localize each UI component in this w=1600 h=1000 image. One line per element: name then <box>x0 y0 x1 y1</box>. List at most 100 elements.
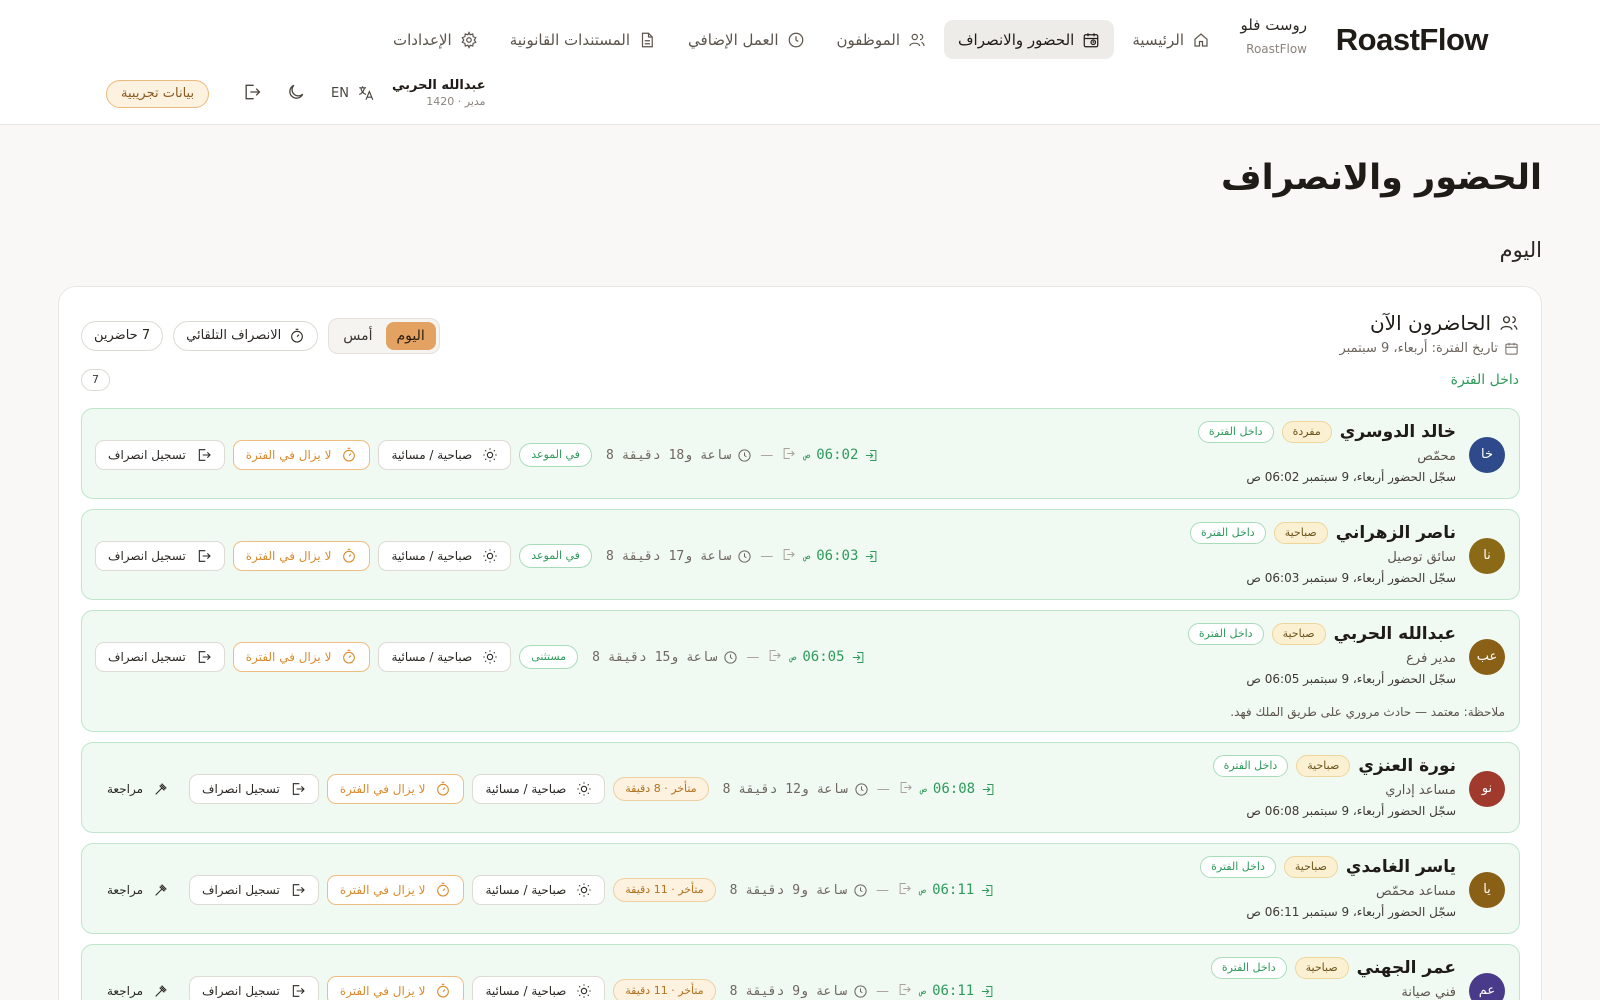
still-in-shift-button[interactable]: لا يزال في الفترة <box>326 774 465 804</box>
check-in-time: ص 06:08 <box>921 781 996 797</box>
still-in-shift-button[interactable]: لا يزال في الفترة <box>232 440 371 470</box>
logout-icon <box>292 884 305 896</box>
tab-yesterday[interactable]: أمس <box>332 322 383 350</box>
duration-text: 8 ساعة و17 دقيقة <box>605 548 732 564</box>
am-label: ص <box>920 783 927 795</box>
brand-name-ar: روست فلو <box>1240 16 1307 34</box>
user-info[interactable]: عبدالله الحربي مدير · 1420 <box>392 78 486 108</box>
employee-name[interactable]: خالد الدوسري <box>1340 422 1456 442</box>
nav-item-overtime[interactable]: العمل الإضافي <box>674 20 818 59</box>
in-shift-badge: داخل الفترة <box>1210 957 1287 979</box>
shift-type-button[interactable]: صباحية / مسائية <box>472 875 606 905</box>
employee-role: مساعد محمّص <box>1375 884 1456 899</box>
moon-icon <box>289 84 304 99</box>
review-button[interactable]: مراجعة <box>95 976 181 1000</box>
group-count-badge: 7 <box>81 369 110 391</box>
avatar: نو <box>1469 771 1505 807</box>
nav-item-home[interactable]: الرئيسية <box>1118 20 1224 59</box>
check-in-time-value: 06:03 <box>816 548 859 564</box>
checkout-button[interactable]: تسجيل انصراف <box>95 642 225 672</box>
shift-badge: صباحية <box>1296 755 1351 777</box>
users-icon <box>909 33 925 46</box>
nav-item-label: العمل الإضافي <box>688 30 779 49</box>
checkout-time-empty: — <box>876 983 890 999</box>
language-code: EN <box>331 85 349 101</box>
still-in-shift-button[interactable]: لا يزال في الفترة <box>326 875 465 905</box>
demo-data-badge[interactable]: بيانات تجريبية <box>106 80 210 108</box>
checkout-button[interactable]: تسجيل انصراف <box>95 440 225 470</box>
check-in-at: سجّل الحضور أربعاء، 9 سبتمبر 06:02 ص <box>1246 470 1456 484</box>
employee-role: مساعد إداري <box>1385 783 1456 798</box>
gavel-icon <box>155 985 167 997</box>
check-in-at: سجّل الحضور أربعاء، 9 سبتمبر 06:08 ص <box>1246 804 1456 818</box>
timer-icon <box>437 882 450 897</box>
nav-item-legal-docs[interactable]: المستندات القانونية <box>496 20 670 59</box>
checkout-time <box>897 881 912 900</box>
employee-name[interactable]: ياسر الغامدي <box>1346 857 1456 877</box>
tab-today[interactable]: اليوم <box>385 322 436 350</box>
checkout-button[interactable]: تسجيل انصراف <box>189 976 319 1000</box>
clock-icon <box>738 549 751 563</box>
home-icon <box>1194 32 1208 47</box>
review-label: مراجعة <box>107 984 144 998</box>
clock-icon <box>724 650 737 664</box>
employee-name[interactable]: عبدالله الحربي <box>1334 624 1456 644</box>
nav-item-settings[interactable]: الإعدادات <box>379 20 492 59</box>
employee-name[interactable]: ناصر الزهراني <box>1336 523 1456 543</box>
user-name: عبدالله الحربي <box>392 78 486 93</box>
employee-name-line: نورة العنزي صباحية داخل الفترة <box>1212 755 1456 777</box>
employee-info: ياسر الغامدي صباحية داخل الفترة مساعد مح… <box>1200 856 1456 919</box>
timer-icon <box>343 548 356 563</box>
attendance-row: نو نورة العنزي صباحية داخل الفترة مساعد … <box>81 742 1520 833</box>
checkout-button[interactable]: تسجيل انصراف <box>189 774 319 804</box>
shift-type-button[interactable]: صباحية / مسائية <box>378 642 512 672</box>
shift-type-label: صباحية / مسائية <box>391 650 473 664</box>
nav-item-attendance[interactable]: الحضور والانصراف <box>943 20 1115 59</box>
employee-info: عبدالله الحربي صباحية داخل الفترة مدير ف… <box>1187 623 1456 686</box>
language-toggle-button[interactable]: EN <box>331 84 375 102</box>
avatar: نا <box>1469 538 1505 574</box>
logout-button[interactable] <box>242 82 266 106</box>
sun-icon <box>577 782 591 796</box>
logout-icon <box>899 882 911 894</box>
attendance-row: نا ناصر الزهراني صباحية داخل الفترة سائق… <box>81 509 1520 600</box>
still-in-shift-button[interactable]: لا يزال في الفترة <box>232 541 371 571</box>
auto-checkout-button[interactable]: الانصراف التلقائي <box>173 321 319 351</box>
row-actions: تسجيل انصراف لا يزال في الفترة صباحية / … <box>95 541 879 571</box>
theme-toggle-button[interactable] <box>286 82 310 106</box>
check-in-at: سجّل الحضور أربعاء، 9 سبتمبر 06:05 ص <box>1246 672 1456 686</box>
sun-icon <box>483 549 497 563</box>
still-in-shift-button[interactable]: لا يزال في الفترة <box>326 976 465 1000</box>
logout-icon <box>899 983 911 995</box>
logout-icon <box>783 447 796 459</box>
employee-name[interactable]: عمر الجهني <box>1357 958 1456 978</box>
still-in-shift-button[interactable]: لا يزال في الفترة <box>232 642 371 672</box>
check-in-time: ص 06:05 <box>790 649 865 665</box>
attendance-status-badge: في الموعد <box>519 544 592 568</box>
employee-name[interactable]: نورة العنزي <box>1358 756 1456 776</box>
in-shift-badge: داخل الفترة <box>1187 623 1264 645</box>
logout-icon <box>900 781 912 793</box>
duration-text: 8 ساعة و12 دقيقة <box>722 781 848 797</box>
checkout-time-empty: — <box>876 882 890 898</box>
checkout-button[interactable]: تسجيل انصراف <box>189 875 319 905</box>
shift-type-button[interactable]: صباحية / مسائية <box>472 774 606 804</box>
am-label: ص <box>920 884 927 896</box>
still-in-shift-label: لا يزال في الفترة <box>339 984 426 998</box>
shift-type-button[interactable]: صباحية / مسائية <box>378 541 512 571</box>
worked-duration: 8 ساعة و9 دقيقة <box>730 883 868 898</box>
still-in-shift-label: لا يزال في الفترة <box>245 448 332 462</box>
login-icon <box>866 550 877 562</box>
checkout-button[interactable]: تسجيل انصراف <box>95 541 225 571</box>
nav-item-employees[interactable]: الموظفون <box>823 20 940 59</box>
logout-icon <box>292 985 305 997</box>
brand-logo[interactable]: RoastFlow <box>1336 22 1489 58</box>
employee-info: ناصر الزهراني صباحية داخل الفترة سائق تو… <box>1190 522 1456 585</box>
review-button[interactable]: مراجعة <box>95 774 181 804</box>
check-in-time-value: 06:02 <box>816 447 859 463</box>
shift-type-button[interactable]: صباحية / مسائية <box>472 976 606 1000</box>
present-now-card: الحاضرون الآن تاريخ الفترة: أربعاء، 9 سب… <box>58 286 1542 1000</box>
shift-type-button[interactable]: صباحية / مسائية <box>378 440 512 470</box>
review-button[interactable]: مراجعة <box>95 875 181 905</box>
login-icon <box>866 449 877 461</box>
